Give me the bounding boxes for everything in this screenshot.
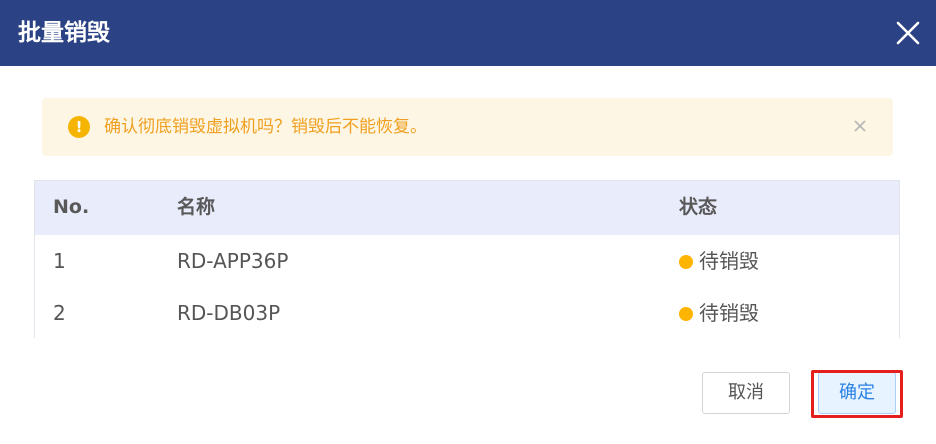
exclamation-circle-icon: ! (68, 116, 90, 138)
table-header: No. 名称 状态 (35, 181, 899, 236)
cell-status: 待销毁 (679, 247, 759, 275)
cell-name: RD-DB03P (177, 301, 281, 325)
confirm-highlight-box (811, 370, 903, 418)
cell-no: 2 (53, 301, 66, 325)
alert-close-icon[interactable] (853, 118, 867, 132)
cell-no: 1 (53, 249, 66, 273)
status-dot-icon (679, 307, 693, 321)
status-text: 待销毁 (699, 249, 759, 273)
batch-destroy-dialog: 批量销毁 ! 确认彻底销毁虚拟机吗？销毁后不能恢复。 No. 名称 状态 1 R… (0, 0, 936, 444)
cancel-button[interactable]: 取消 (702, 372, 790, 414)
status-text: 待销毁 (699, 301, 759, 325)
vm-table: No. 名称 状态 1 RD-APP36P 待销毁 2 RD-DB03P 待销毁 (34, 180, 900, 339)
column-header-name: 名称 (177, 196, 216, 218)
close-icon[interactable] (894, 19, 922, 47)
table-row[interactable]: 2 RD-DB03P 待销毁 (35, 287, 899, 339)
cell-name: RD-APP36P (177, 249, 289, 273)
column-header-no: No. (53, 196, 90, 218)
status-dot-icon (679, 255, 693, 269)
cell-status: 待销毁 (679, 299, 759, 327)
column-header-status: 状态 (679, 196, 718, 218)
alert-message: 确认彻底销毁虚拟机吗？销毁后不能恢复。 (104, 117, 427, 137)
warning-alert: ! 确认彻底销毁虚拟机吗？销毁后不能恢复。 (42, 98, 893, 156)
table-row[interactable]: 1 RD-APP36P 待销毁 (35, 235, 899, 288)
dialog-title: 批量销毁 (18, 20, 110, 46)
dialog-header: 批量销毁 (0, 0, 936, 66)
